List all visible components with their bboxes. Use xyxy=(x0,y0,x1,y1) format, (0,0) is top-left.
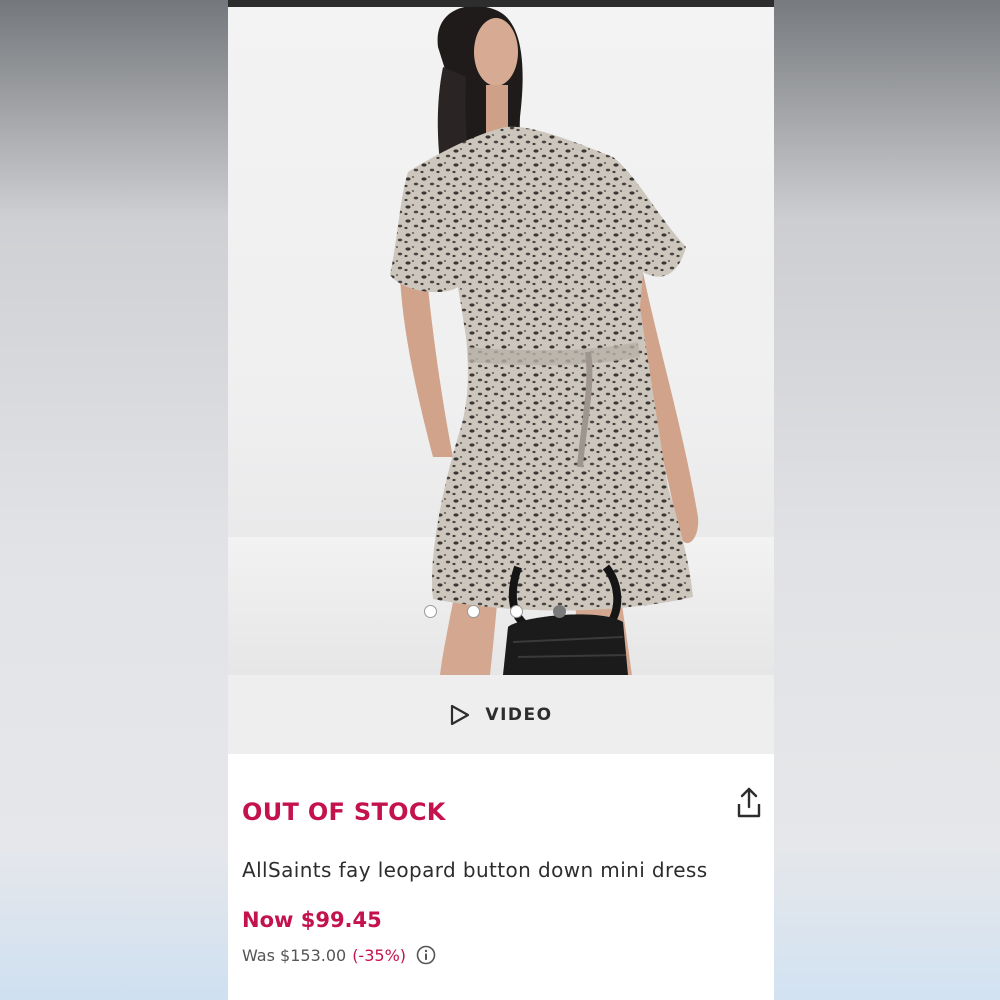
previous-price: Was $153.00 xyxy=(242,945,347,965)
previous-price-row: Was $153.00 (-35%) xyxy=(242,945,436,965)
status-bar xyxy=(228,0,774,7)
video-button[interactable]: VIDEO xyxy=(228,675,774,754)
model-photo xyxy=(228,7,774,675)
carousel-dot[interactable] xyxy=(467,605,480,618)
discount-percent: (-35%) xyxy=(352,945,407,965)
carousel-dot[interactable] xyxy=(510,605,523,618)
share-icon xyxy=(737,787,761,818)
carousel-dot[interactable] xyxy=(424,605,437,618)
product-page: VIDEO OUT OF STOCK AllSaints fay leopard… xyxy=(228,0,774,1000)
product-image[interactable] xyxy=(228,7,774,675)
product-title: AllSaints fay leopard button down mini d… xyxy=(242,858,708,882)
carousel-dot-active[interactable] xyxy=(553,605,566,618)
current-price: Now $99.45 xyxy=(242,908,382,932)
product-info: OUT OF STOCK AllSaints fay leopard butto… xyxy=(228,754,774,1000)
price-info-button[interactable] xyxy=(416,945,436,965)
stock-status: OUT OF STOCK xyxy=(242,798,446,826)
info-icon xyxy=(416,945,436,965)
video-label: VIDEO xyxy=(485,704,553,725)
blurred-background-left xyxy=(0,0,228,1000)
image-carousel-dots[interactable] xyxy=(424,605,566,618)
share-button[interactable] xyxy=(734,786,764,820)
play-icon xyxy=(451,704,470,725)
blurred-background-right xyxy=(774,0,1000,1000)
